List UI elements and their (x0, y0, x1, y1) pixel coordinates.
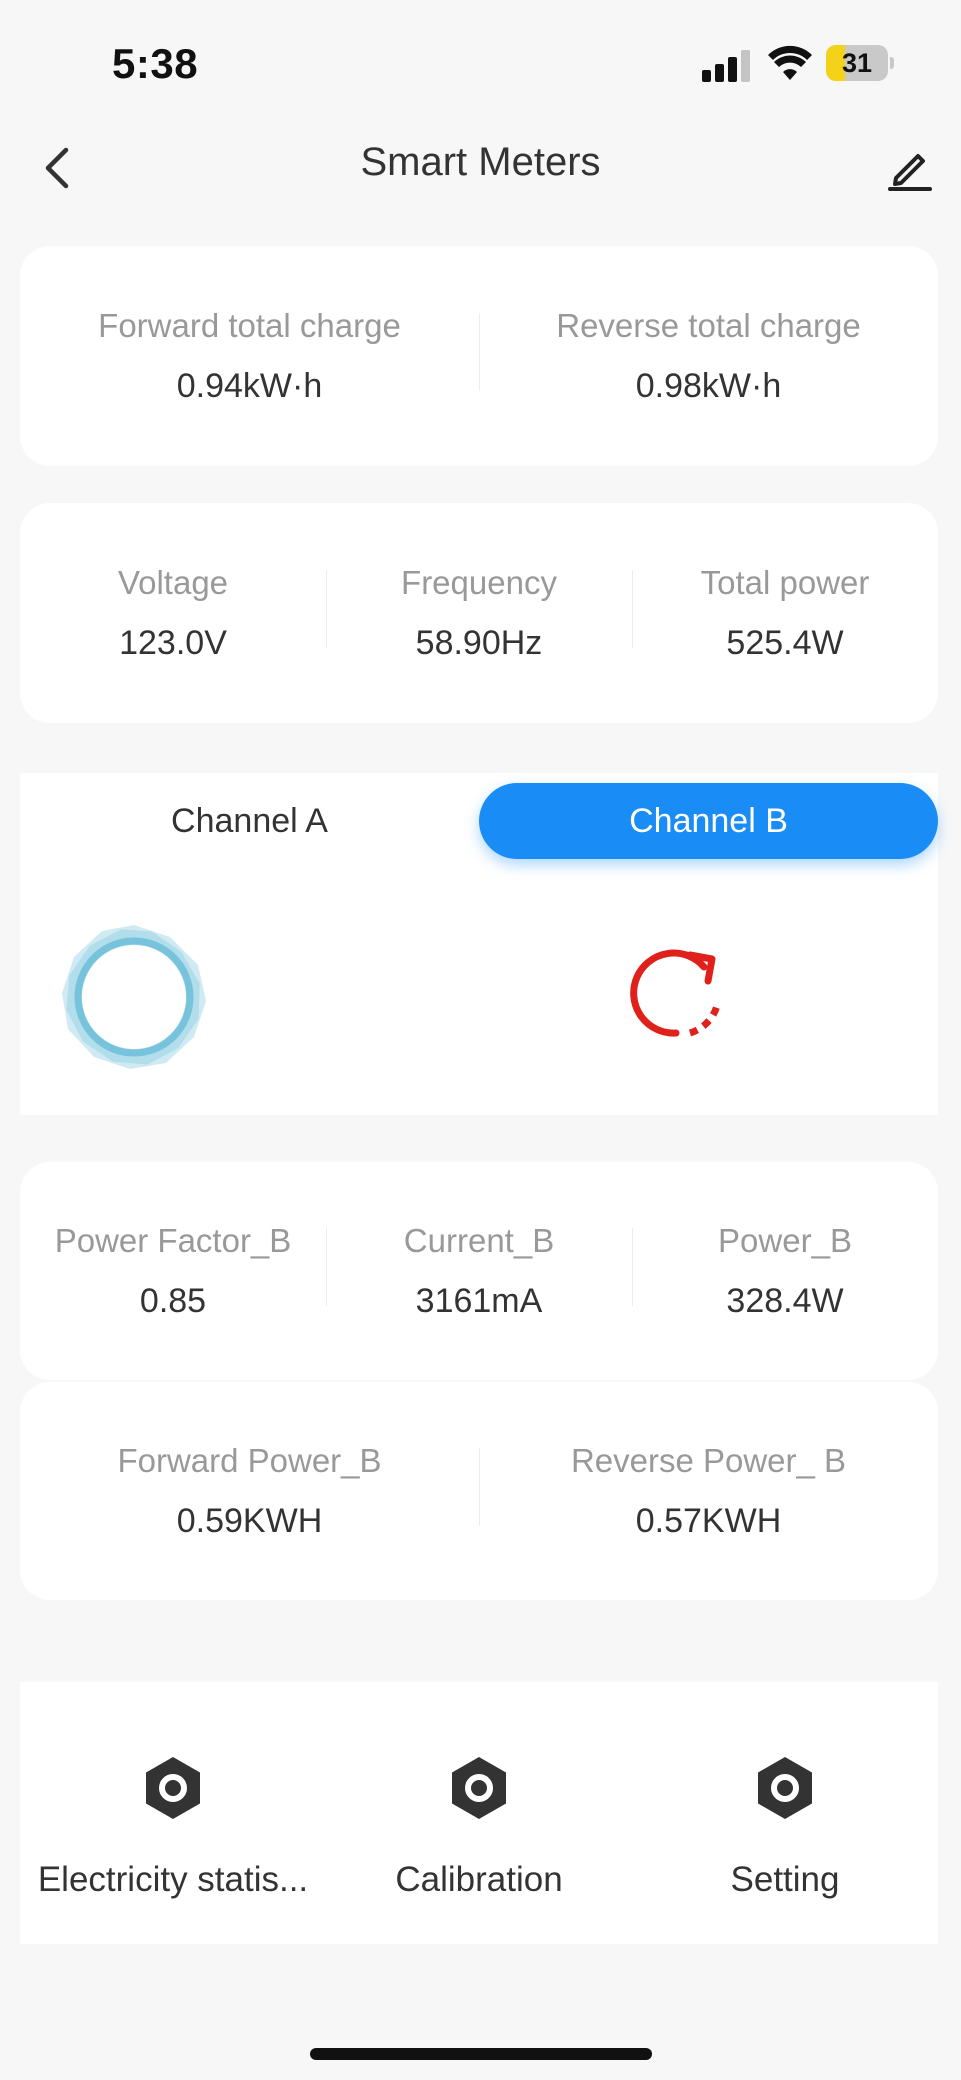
status-bar: 5:38 31 (0, 0, 961, 110)
setting-button[interactable]: Setting (632, 1682, 938, 1944)
stat-label: Power Factor_B (54, 1221, 292, 1259)
battery-icon: 31 (826, 45, 894, 81)
stat-value: 525.4W (726, 623, 844, 662)
edit-button[interactable] (880, 138, 940, 198)
charge-totals-card: Forward total charge 0.94kW·h Reverse to… (20, 246, 938, 466)
cellular-signal-icon (702, 50, 752, 82)
power-stat: Power_B 328.4W (632, 1222, 938, 1321)
action-label: Setting (730, 1860, 840, 1899)
nav-bar: Smart Meters (0, 120, 961, 210)
calibration-button[interactable]: Calibration (326, 1682, 632, 1944)
wifi-icon (768, 45, 812, 80)
stat-label: Forward total charge (98, 306, 401, 344)
stat-value: 0.85 (139, 1281, 207, 1320)
hexagon-settings-icon (146, 1757, 200, 1819)
battery-percent: 31 (841, 48, 873, 78)
total-power-stat: Total power 525.4W (632, 564, 938, 663)
stat-value: 0.57KWH (635, 1501, 782, 1540)
voltage-stat: Voltage 123.0V (20, 564, 326, 663)
forward-power-stat: Forward Power_B 0.59KWH (20, 1442, 479, 1541)
hexagon-settings-icon (452, 1757, 506, 1819)
stat-value: 0.59KWH (176, 1501, 323, 1540)
stat-label: Forward Power_B (117, 1441, 382, 1479)
stat-label: Power_B (718, 1221, 852, 1259)
forward-total-charge: Forward total charge 0.94kW·h (20, 307, 479, 406)
channel-stats-card: Power Factor_B 0.85 Current_B 3161mA Pow… (20, 1162, 938, 1380)
stat-label: Frequency (401, 563, 557, 601)
pencil-icon (888, 154, 932, 191)
channel-energy-card: Forward Power_B 0.59KWH Reverse Power_ B… (20, 1382, 938, 1600)
stat-label: Current_B (403, 1221, 555, 1259)
loading-ring-icon (62, 925, 206, 1069)
refresh-icon[interactable] (630, 945, 730, 1045)
reverse-power-stat: Reverse Power_ B 0.57KWH (479, 1442, 938, 1541)
current-stat: Current_B 3161mA (326, 1222, 632, 1321)
electricity-statistics-button[interactable]: Electricity statis... (20, 1682, 326, 1944)
action-label: Calibration (395, 1860, 563, 1899)
stat-value: 3161mA (415, 1281, 543, 1320)
stat-label: Reverse Power_ B (570, 1441, 847, 1479)
actions-panel: Electricity statis... Calibration Settin… (20, 1682, 938, 1944)
stat-label: Reverse total charge (556, 306, 861, 344)
stat-value: 123.0V (119, 623, 227, 662)
stat-value: 0.94kW·h (176, 366, 323, 405)
tab-channel-b[interactable]: Channel B (479, 783, 938, 859)
hexagon-settings-icon (758, 1757, 812, 1819)
stat-value: 0.98kW·h (635, 366, 782, 405)
tab-channel-a[interactable]: Channel A (20, 783, 479, 859)
stat-value: 328.4W (726, 1281, 844, 1320)
reverse-total-charge: Reverse total charge 0.98kW·h (479, 307, 938, 406)
channel-tabs: Channel A Channel B (20, 783, 938, 859)
measurements-card: Voltage 123.0V Frequency 58.90Hz Total p… (20, 503, 938, 723)
home-indicator[interactable] (310, 2048, 652, 2060)
frequency-stat: Frequency 58.90Hz (326, 564, 632, 663)
status-time: 5:38 (112, 40, 199, 87)
page-title: Smart Meters (360, 140, 601, 184)
action-label: Electricity statis... (37, 1860, 309, 1899)
channel-panel: Channel A Channel B (20, 773, 938, 1115)
stat-label: Total power (700, 563, 870, 601)
stat-value: 58.90Hz (415, 623, 543, 662)
power-factor-stat: Power Factor_B 0.85 (20, 1222, 326, 1321)
stat-label: Voltage (117, 563, 229, 601)
